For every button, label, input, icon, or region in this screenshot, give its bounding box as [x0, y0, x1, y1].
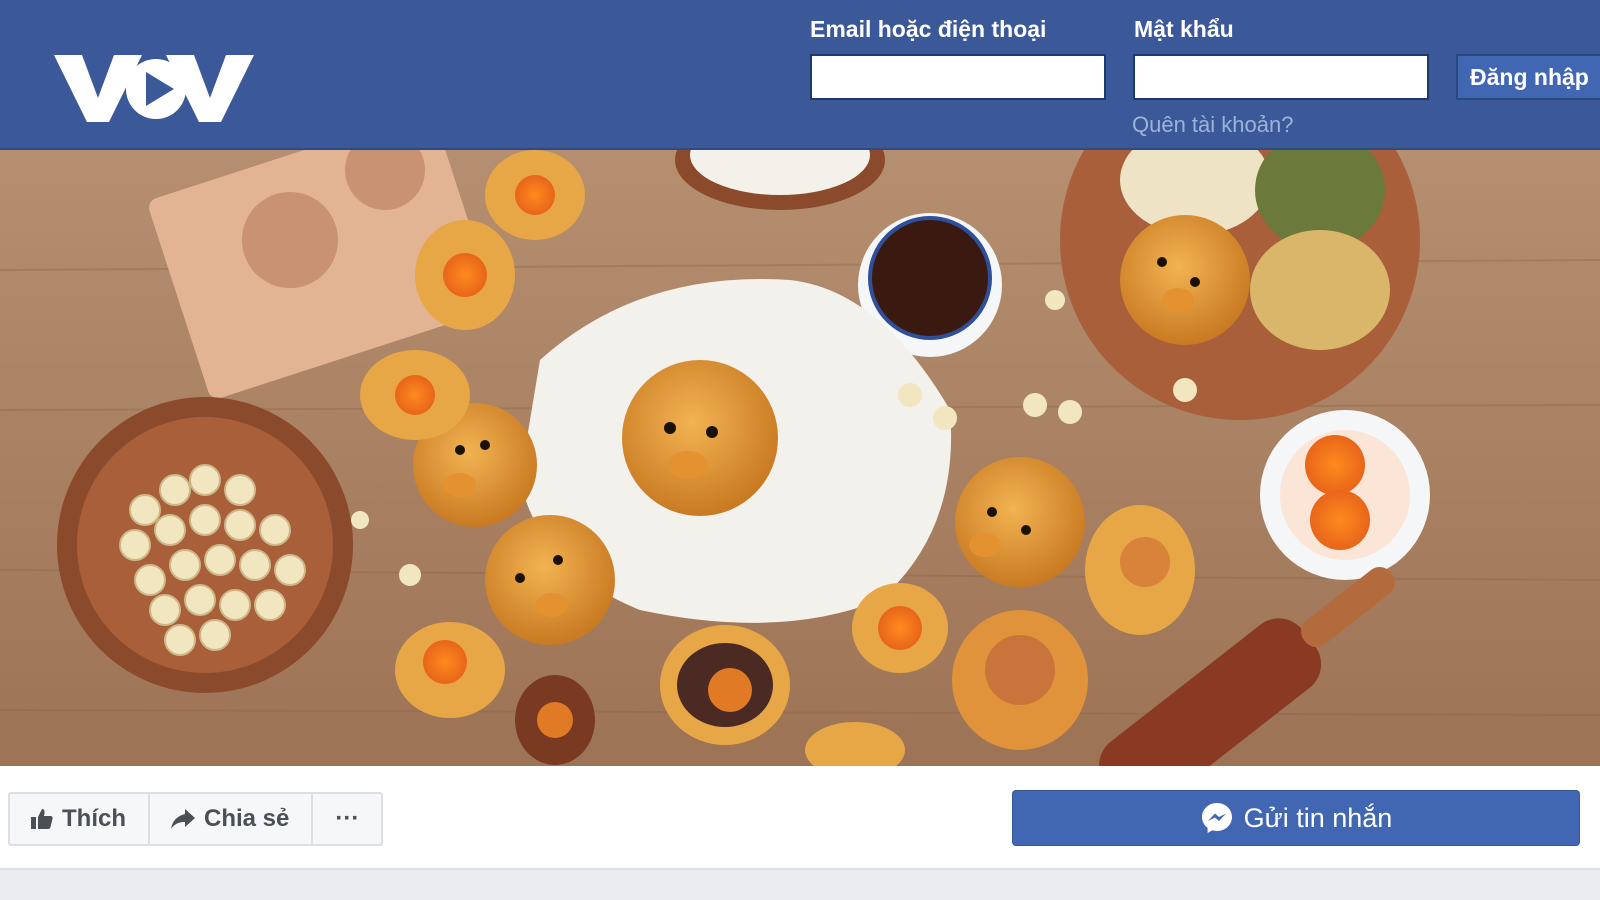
vov-logo[interactable] — [54, 50, 254, 128]
share-button[interactable]: Chia sẻ — [150, 794, 314, 844]
page-action-bar: Thích Chia sẻ ··· Gửi tin nhắn — [0, 766, 1600, 868]
mooncake-cover-illustration — [0, 150, 1600, 766]
email-label: Email hoặc điện thoại — [810, 16, 1047, 42]
send-message-button[interactable]: Gửi tin nhắn — [1012, 790, 1580, 846]
password-field[interactable] — [1133, 54, 1429, 100]
more-options-button[interactable]: ··· — [313, 794, 381, 844]
thumbs-up-icon — [31, 809, 53, 829]
like-label: Thích — [62, 805, 126, 832]
share-label: Chia sẻ — [204, 805, 290, 832]
like-button[interactable]: Thích — [10, 794, 150, 844]
send-message-label: Gửi tin nhắn — [1243, 802, 1393, 833]
messenger-icon — [1201, 803, 1232, 833]
password-label: Mật khẩu — [1134, 16, 1234, 42]
login-button[interactable]: Đăng nhập — [1456, 54, 1600, 100]
page-action-button-group: Thích Chia sẻ ··· — [8, 792, 384, 846]
email-field[interactable] — [810, 54, 1106, 100]
share-arrow-icon — [171, 809, 195, 829]
cover-photo[interactable] — [0, 150, 1600, 766]
forgot-account-link[interactable]: Quên tài khoản? — [1132, 112, 1293, 138]
top-navigation-bar: Email hoặc điện thoại Mật khẩu Đăng nhập… — [0, 0, 1600, 150]
more-dots-icon: ··· — [335, 805, 360, 832]
content-divider — [0, 868, 1600, 900]
